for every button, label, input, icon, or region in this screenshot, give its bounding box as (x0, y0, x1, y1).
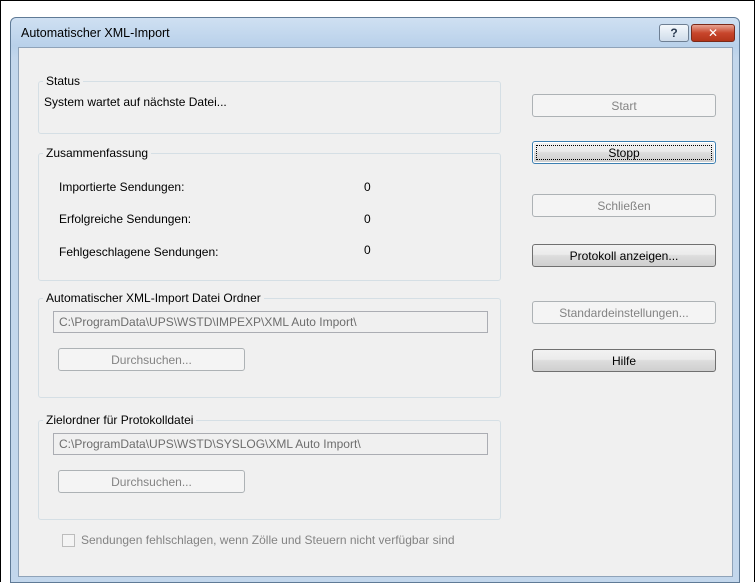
close-title-button[interactable]: ✕ (691, 24, 735, 42)
stop-button[interactable]: Stopp (532, 141, 716, 164)
help-title-button[interactable]: ? (659, 24, 689, 42)
import-folder-path[interactable]: C:\ProgramData\UPS\WSTD\IMPEXP\XML Auto … (53, 311, 488, 333)
defaults-button[interactable]: Standardeinstellungen... (532, 301, 716, 324)
question-icon: ? (670, 26, 678, 40)
successful-count-label: Erfolgreiche Sendungen: (59, 212, 192, 226)
close-button[interactable]: Schließen (532, 194, 716, 217)
window-title: Automatischer XML-Import (21, 26, 170, 40)
start-button[interactable]: Start (532, 94, 716, 117)
summary-legend: Zusammenfassung (43, 146, 152, 160)
dialog-client-area: Status System wartet auf nächste Datei..… (18, 47, 733, 577)
status-group: Status System wartet auf nächste Datei..… (38, 74, 501, 134)
title-bar[interactable]: Automatischer XML-Import ? ✕ (11, 18, 739, 46)
import-folder-group: Automatischer XML-Import Datei Ordner C:… (38, 291, 501, 398)
status-text: System wartet auf nächste Datei... (44, 95, 227, 109)
show-log-button[interactable]: Protokoll anzeigen... (532, 244, 716, 267)
status-legend: Status (43, 74, 84, 88)
failed-count-value: 0 (364, 243, 371, 257)
log-folder-legend: Zielordner für Protokolldatei (43, 413, 197, 427)
fail-if-no-duties-label[interactable]: Sendungen fehlschlagen, wenn Zölle und S… (81, 533, 455, 547)
dialog-window: Automatischer XML-Import ? ✕ Status Syst… (10, 17, 740, 583)
log-folder-browse-button[interactable]: Durchsuchen... (58, 470, 245, 493)
failed-count-label: Fehlgeschlagene Sendungen: (59, 245, 219, 259)
log-folder-path[interactable]: C:\ProgramData\UPS\WSTD\SYSLOG\XML Auto … (53, 433, 488, 455)
summary-group: Zusammenfassung Importierte Sendungen: 0… (38, 146, 501, 281)
import-folder-legend: Automatischer XML-Import Datei Ordner (43, 291, 264, 305)
import-folder-browse-button[interactable]: Durchsuchen... (58, 348, 245, 371)
successful-count-value: 0 (364, 212, 371, 226)
log-folder-group: Zielordner für Protokolldatei C:\Program… (38, 413, 501, 520)
close-icon: ✕ (707, 26, 719, 40)
help-button[interactable]: Hilfe (532, 349, 716, 372)
fail-if-no-duties-checkbox[interactable] (62, 534, 75, 547)
imported-count-value: 0 (364, 180, 371, 194)
imported-count-label: Importierte Sendungen: (59, 180, 185, 194)
